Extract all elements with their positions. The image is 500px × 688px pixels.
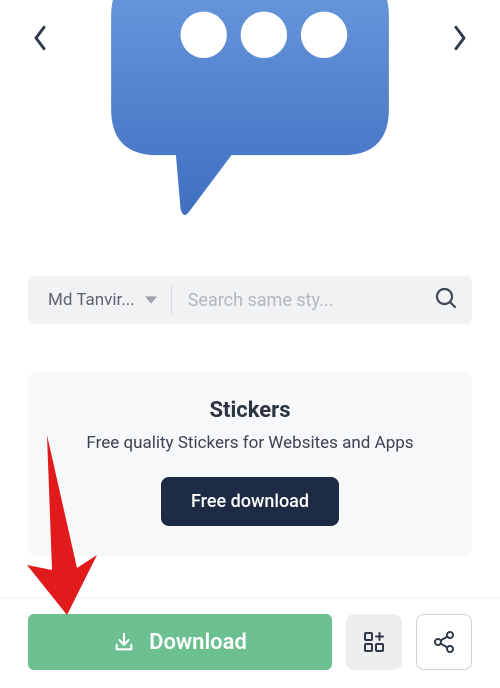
search-icon <box>434 286 458 310</box>
author-name: Md Tanvir... <box>48 290 135 310</box>
download-button[interactable]: Download <box>28 614 332 670</box>
promo-card: Stickers Free quality Stickers for Websi… <box>28 372 472 556</box>
promo-title: Stickers <box>50 398 450 423</box>
chat-bubble-preview-icon <box>106 0 394 220</box>
caret-down-icon <box>145 294 157 306</box>
add-to-collection-button[interactable] <box>346 614 402 670</box>
separator <box>171 285 172 315</box>
collection-add-icon <box>362 630 386 654</box>
author-dropdown[interactable]: Md Tanvir... <box>48 290 157 310</box>
next-button[interactable] <box>446 24 474 52</box>
previous-button[interactable] <box>26 24 54 52</box>
search-button[interactable] <box>434 286 458 314</box>
download-button-label: Download <box>149 630 247 655</box>
author-search-bar: Md Tanvir... <box>28 276 472 324</box>
chevron-left-icon <box>32 24 48 52</box>
download-icon <box>113 631 135 653</box>
share-icon <box>432 630 456 654</box>
promo-subtitle: Free quality Stickers for Websites and A… <box>50 433 450 453</box>
search-input[interactable] <box>188 290 434 311</box>
promo-download-button[interactable]: Free download <box>161 477 339 526</box>
share-button[interactable] <box>416 614 472 670</box>
chevron-right-icon <box>452 24 468 52</box>
bottom-bar: Download <box>0 597 500 670</box>
